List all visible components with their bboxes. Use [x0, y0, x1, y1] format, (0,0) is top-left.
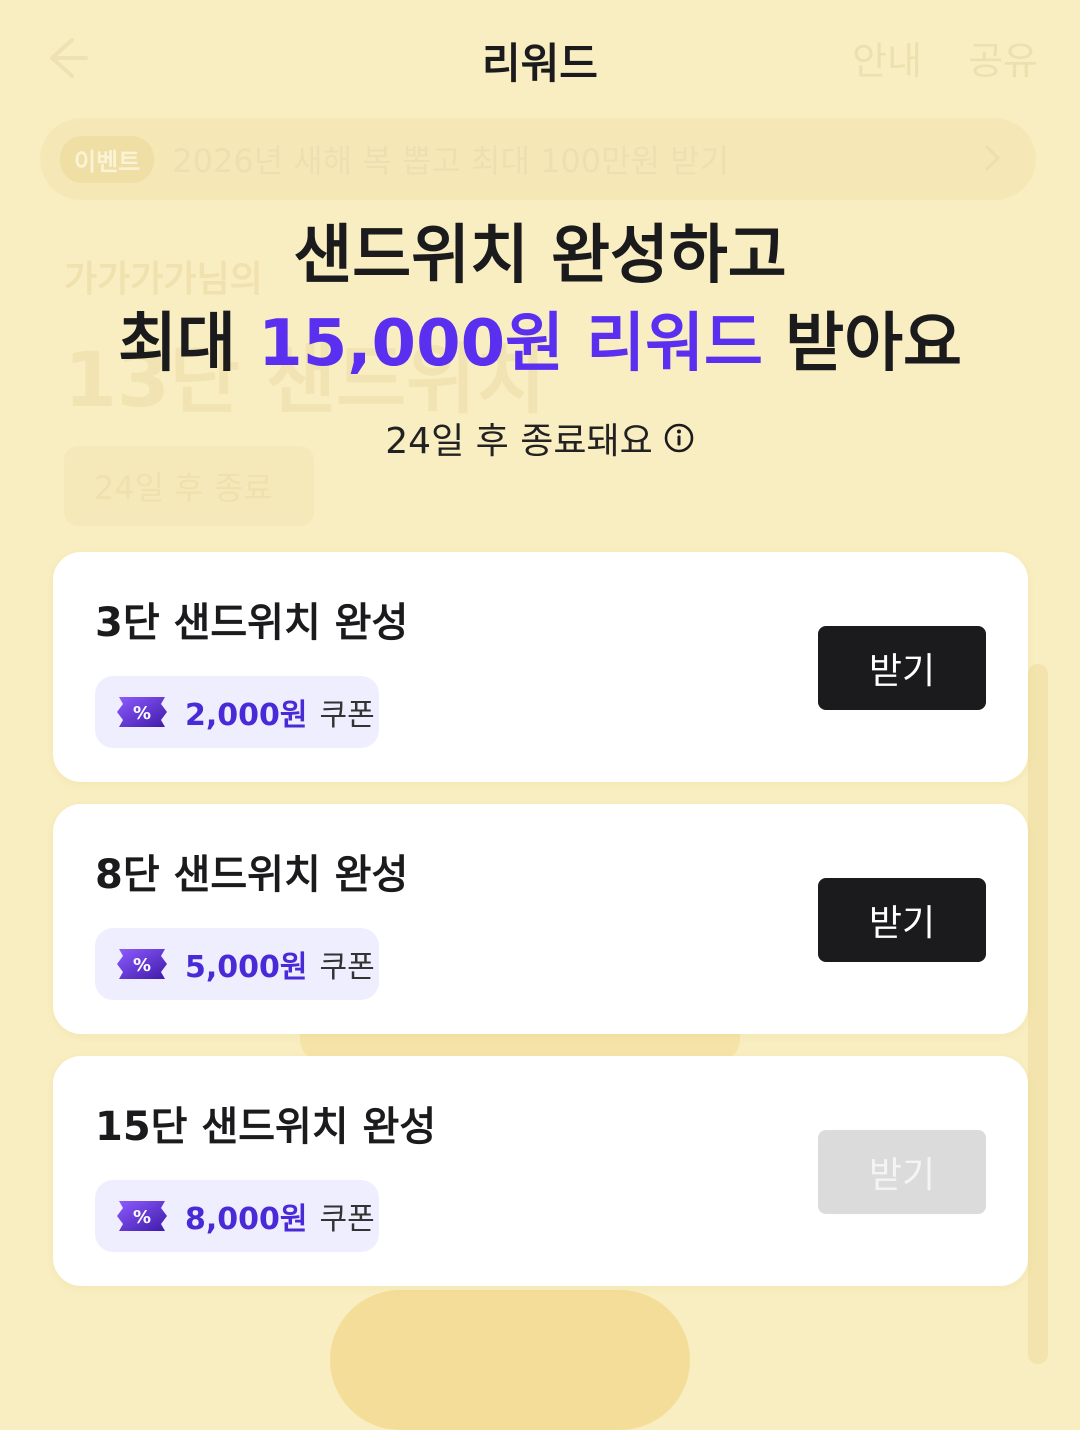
- claim-button-disabled[interactable]: 받기: [818, 1130, 986, 1214]
- hero-line-1: 샌드위치 완성하고: [293, 219, 787, 293]
- coupon-badge: % 2,000원 쿠폰: [95, 676, 379, 748]
- svg-text:%: %: [133, 1207, 151, 1228]
- coupon-amount: 8,000원: [185, 1202, 308, 1237]
- percent-ticket-icon: %: [117, 1201, 167, 1231]
- page-title: 리워드: [482, 39, 598, 88]
- bg-progress-track: [1028, 664, 1048, 1364]
- coupon-unit: 쿠폰: [319, 950, 375, 985]
- info-icon[interactable]: [663, 422, 695, 454]
- claim-button[interactable]: 받기: [818, 878, 986, 962]
- bg-event-badge: 이벤트: [60, 135, 155, 183]
- hero-line-2: 최대 15,000원 리워드 받아요: [0, 300, 1080, 388]
- percent-ticket-icon: %: [117, 949, 167, 979]
- bg-event-banner[interactable]: 이벤트 2026년 새해 복 뽑고 최대 100만원 받기: [40, 118, 1036, 200]
- coupon-unit: 쿠폰: [319, 698, 375, 733]
- reward-card: 3단 샌드위치 완성 % 2,000원 쿠폰 받기: [53, 552, 1028, 782]
- hero-line-2-suffix: 받아요: [762, 307, 962, 381]
- bg-sandwich-illustration: [330, 1290, 690, 1430]
- hero-headline: 샌드위치 완성하고 최대 15,000원 리워드 받아요: [0, 212, 1080, 388]
- coupon-unit: 쿠폰: [319, 1202, 375, 1237]
- bg-event-text: 2026년 새해 복 뽑고 최대 100만원 받기: [172, 142, 730, 180]
- hero-line-2-prefix: 최대: [118, 307, 259, 381]
- end-date-notice: 24일 후 종료돼요: [0, 412, 1080, 464]
- end-date-text: 24일 후 종료돼요: [385, 421, 653, 462]
- reward-title: 8단 샌드위치 완성: [95, 852, 409, 898]
- claim-button[interactable]: 받기: [818, 626, 986, 710]
- percent-ticket-icon: %: [117, 697, 167, 727]
- chevron-right-icon: [984, 144, 1001, 172]
- hero-reward-amount: 15,000원 리워드: [258, 307, 763, 381]
- reward-card: 8단 샌드위치 완성 % 5,000원 쿠폰 받기: [53, 804, 1028, 1034]
- reward-title: 3단 샌드위치 완성: [95, 600, 409, 646]
- reward-title: 15단 샌드위치 완성: [95, 1104, 437, 1150]
- coupon-amount: 5,000원: [185, 950, 308, 985]
- coupon-amount: 2,000원: [185, 698, 308, 733]
- reward-card: 15단 샌드위치 완성 % 8,000원 쿠폰 받기: [53, 1056, 1028, 1286]
- svg-text:%: %: [133, 703, 151, 724]
- svg-text:%: %: [133, 955, 151, 976]
- coupon-badge: % 8,000원 쿠폰: [95, 1180, 379, 1252]
- coupon-badge: % 5,000원 쿠폰: [95, 928, 379, 1000]
